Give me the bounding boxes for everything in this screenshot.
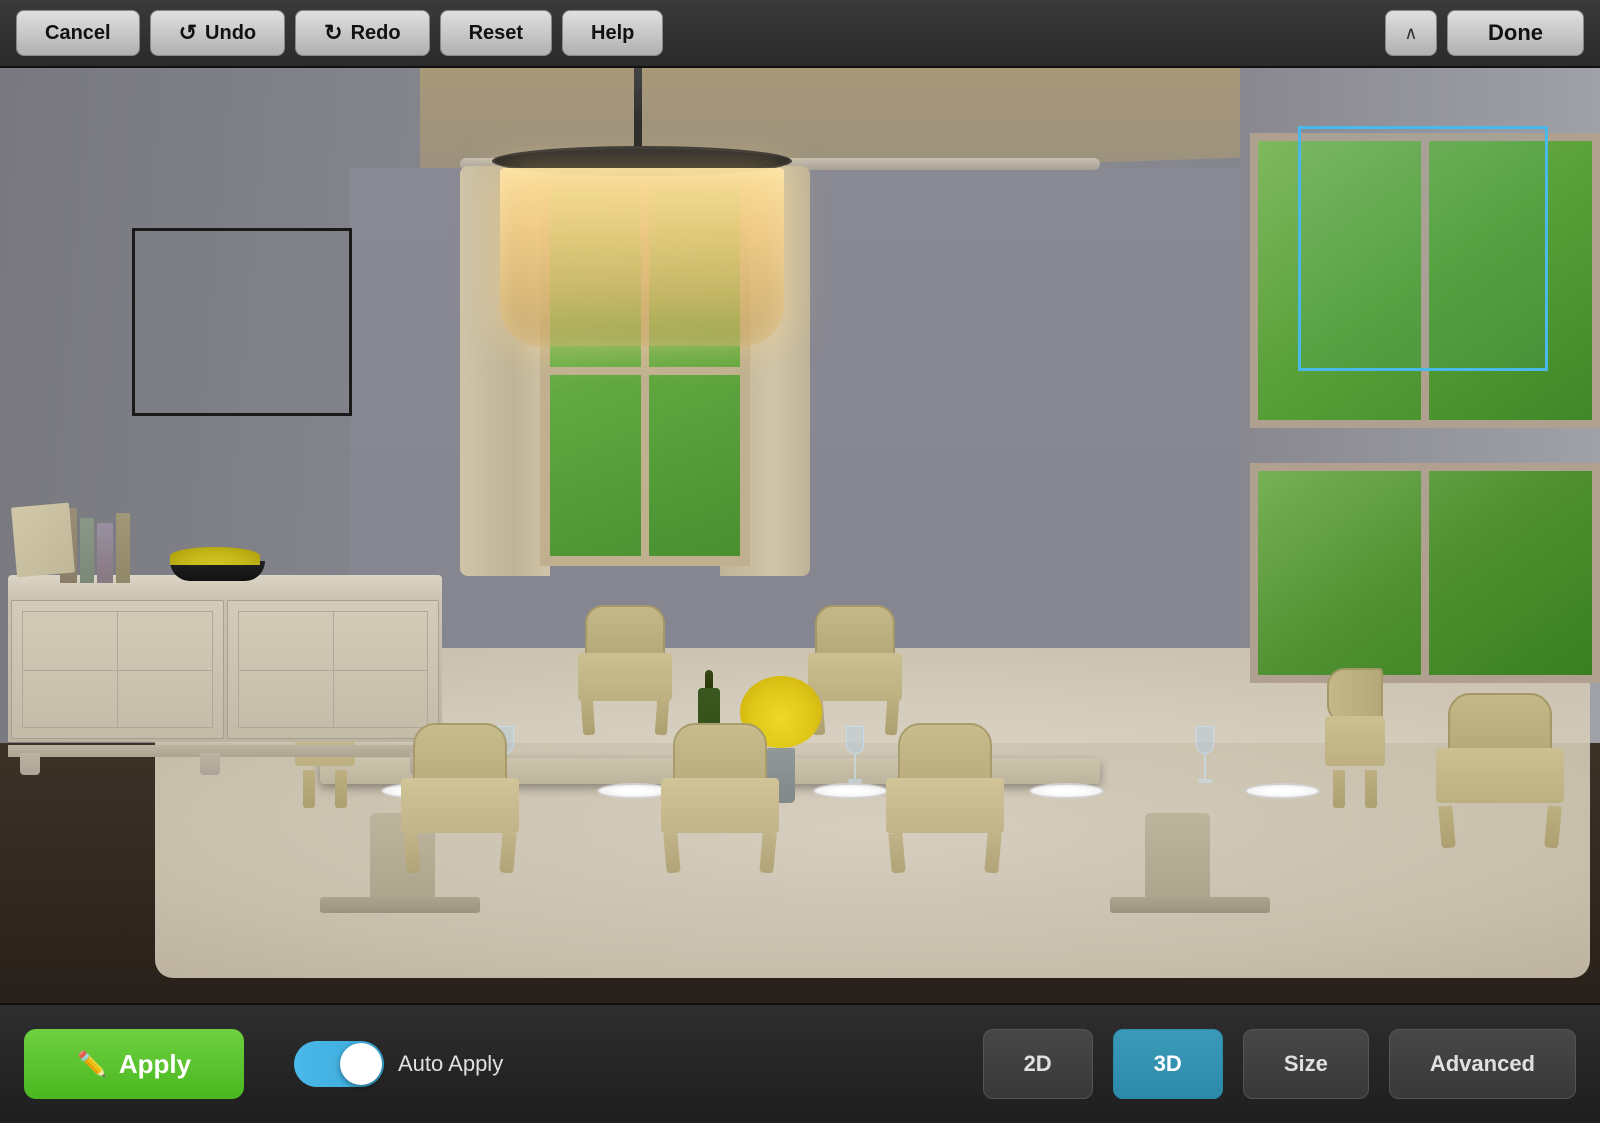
- cancel-label: Cancel: [45, 22, 111, 45]
- glass-stem-2: [854, 754, 856, 779]
- chair-leg-fcr: [759, 832, 776, 873]
- chair-leg-frcr: [984, 832, 1001, 873]
- right-window-bottom: [1250, 463, 1600, 683]
- glass-bowl-2: [846, 726, 864, 754]
- right-window-bottom-frame: [1421, 471, 1429, 675]
- chair-leg-frtr: [1544, 805, 1562, 848]
- glass-base-3: [1198, 779, 1212, 783]
- right-window-top: [1250, 133, 1600, 428]
- undo-icon: ↺: [179, 20, 197, 46]
- glass-base-2: [848, 779, 862, 783]
- room-scene[interactable]: [0, 68, 1600, 1003]
- chandelier-chain: [634, 68, 642, 156]
- reset-label: Reset: [469, 22, 523, 45]
- sideboard: [0, 575, 450, 775]
- table-base-left: [320, 897, 480, 913]
- auto-apply-section: Auto Apply: [294, 1041, 503, 1087]
- open-book: [11, 503, 75, 578]
- chair-leg-fcl: [663, 832, 680, 873]
- wall-frame[interactable]: [132, 228, 352, 416]
- size-label: Size: [1284, 1051, 1328, 1076]
- book-3: [97, 523, 114, 583]
- view-3d-button[interactable]: 3D: [1113, 1029, 1223, 1099]
- advanced-label: Advanced: [1430, 1051, 1535, 1076]
- redo-label: Redo: [351, 22, 401, 45]
- done-label: Done: [1488, 20, 1543, 45]
- advanced-button[interactable]: Advanced: [1389, 1029, 1576, 1099]
- door-glass-frame: [22, 611, 213, 728]
- sideboard-leg-fl: [20, 753, 40, 775]
- apply-label: Apply: [119, 1049, 191, 1080]
- sideboard-door-left: [11, 600, 224, 739]
- chair-front-center: [655, 723, 785, 873]
- bottle-neck-top: [705, 670, 713, 688]
- chair-leg-frcl: [888, 832, 905, 873]
- chair-leg-frtl: [1438, 805, 1456, 848]
- fruit-display: [170, 547, 260, 565]
- view-3d-label: 3D: [1154, 1051, 1182, 1076]
- chair-leg-fll: [403, 832, 420, 873]
- glass-back-2: [846, 726, 864, 783]
- door-frame-v2: [333, 612, 334, 727]
- chandelier-crystals: [500, 168, 784, 346]
- table-base-right: [1110, 897, 1270, 913]
- glass-stem-3: [1204, 754, 1206, 779]
- chair-far-right-top: [1430, 693, 1570, 848]
- cancel-button[interactable]: Cancel: [16, 10, 140, 56]
- apply-button[interactable]: ✏️ Apply: [24, 1029, 244, 1099]
- chair-seat-fl: [401, 778, 519, 833]
- done-button[interactable]: Done: [1447, 10, 1584, 56]
- undo-button[interactable]: ↺ Undo: [150, 10, 286, 56]
- door-glass-frame-2: [238, 611, 429, 728]
- redo-button[interactable]: ↻ Redo: [295, 10, 429, 56]
- glass-bowl-3: [1196, 726, 1214, 754]
- sideboard-door-right: [227, 600, 440, 739]
- view-2d-label: 2D: [1024, 1051, 1052, 1076]
- undo-label: Undo: [205, 22, 256, 45]
- chair-front-right: [880, 723, 1010, 873]
- reset-button[interactable]: Reset: [440, 10, 552, 56]
- chair-back-bc: [585, 605, 665, 660]
- auto-apply-label: Auto Apply: [398, 1051, 503, 1077]
- chair-seat-frt: [1436, 748, 1564, 803]
- plate-4: [1029, 783, 1104, 799]
- bottom-toolbar: ✏️ Apply Auto Apply 2D 3D Size Advanced: [0, 1003, 1600, 1123]
- right-window-vertical-frame: [1421, 141, 1429, 420]
- book-2: [80, 518, 94, 583]
- chair-leg-flr: [499, 832, 516, 873]
- auto-apply-toggle[interactable]: [294, 1041, 384, 1087]
- top-toolbar: Cancel ↺ Undo ↻ Redo Reset Help ∧ Done: [0, 0, 1600, 68]
- door-frame-v: [117, 612, 118, 727]
- chair-front-left: [395, 723, 525, 873]
- table-pedestal-right: [1145, 813, 1210, 903]
- toggle-thumb: [340, 1043, 382, 1085]
- help-button[interactable]: Help: [562, 10, 663, 56]
- glass-back-3: [1196, 726, 1214, 783]
- chair-seat-frc: [886, 778, 1004, 833]
- apply-icon: ✏️: [77, 1050, 107, 1079]
- chair-seat-br: [808, 653, 902, 701]
- plate-3: [813, 783, 888, 799]
- chevron-up-button[interactable]: ∧: [1385, 10, 1437, 56]
- sideboard-baseboard: [8, 745, 442, 757]
- help-label: Help: [591, 22, 634, 45]
- chevron-up-icon: ∧: [1404, 23, 1417, 44]
- chair-seat-bc: [578, 653, 672, 701]
- plate-5: [1245, 783, 1320, 799]
- sideboard-body: [8, 597, 442, 742]
- chair-back-br: [815, 605, 895, 660]
- book-4: [116, 513, 130, 583]
- chair-seat-fc: [661, 778, 779, 833]
- size-button[interactable]: Size: [1243, 1029, 1369, 1099]
- redo-icon: ↻: [324, 20, 342, 46]
- fruit-bowl: [170, 543, 265, 581]
- sideboard-leg-center: [200, 753, 220, 775]
- view-2d-button[interactable]: 2D: [983, 1029, 1093, 1099]
- chandelier: [492, 146, 792, 346]
